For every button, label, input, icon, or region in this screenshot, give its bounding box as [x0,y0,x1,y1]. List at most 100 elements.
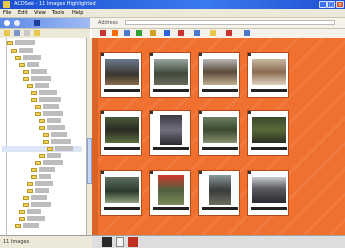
tree-item[interactable] [2,76,82,82]
tree-item[interactable] [2,160,82,166]
tree-item[interactable] [2,209,82,215]
menu-item-tools[interactable]: Tools [52,10,64,16]
tree-item[interactable] [2,55,82,61]
favorites-icon[interactable] [34,30,40,36]
tree-item[interactable] [2,125,82,131]
thumbnail-caption [251,207,287,210]
tree-item[interactable] [2,174,82,180]
close-button[interactable]: × [336,1,344,8]
menu-item-edit[interactable]: Edit [18,10,28,16]
address-field[interactable] [125,20,335,25]
folder-icon[interactable] [4,30,10,36]
photo-thumbnail [203,117,237,143]
tree-item[interactable] [2,40,82,46]
preview-thumbnail[interactable] [102,237,112,247]
preview-thumbnail[interactable] [116,237,124,247]
tree-item[interactable] [2,132,82,138]
tree-item[interactable] [2,195,82,201]
folder-view-icon[interactable] [210,30,216,36]
zoom-icon[interactable] [244,30,250,36]
menu-item-view[interactable]: View [34,10,46,16]
tree-item[interactable] [2,97,82,103]
photo-thumbnail [252,59,286,85]
photo-thumbnail [252,117,286,143]
view-icon[interactable] [100,30,106,36]
thumbnail[interactable] [198,52,240,98]
content-border [92,38,98,235]
tree-item[interactable] [2,153,82,159]
photo-thumbnail [158,175,184,205]
tree-item[interactable] [2,167,82,173]
thumbnail-caption [153,89,189,92]
navigation-toolbar [0,18,90,28]
selection-marker [101,171,104,174]
thumbnail[interactable] [100,110,142,156]
selection-marker [199,111,202,114]
select-icon[interactable] [136,30,142,36]
main-toolbar: Address [0,18,345,29]
selection-marker [248,111,251,114]
tree-item[interactable] [2,104,82,110]
menu-item-help[interactable]: Help [72,10,83,16]
slideshow-icon[interactable] [164,30,170,36]
selection-marker [248,171,251,174]
rotate-icon[interactable] [150,30,156,36]
tree-item[interactable] [2,181,82,187]
selection-marker [150,111,153,114]
back-icon[interactable] [4,20,10,26]
tree-item[interactable] [2,118,82,124]
delete-icon[interactable] [178,30,184,36]
minimize-button[interactable]: _ [319,1,327,8]
tree-item[interactable] [2,111,82,117]
selection-marker [199,53,202,56]
desktop-icon[interactable] [14,30,20,36]
tree-item[interactable] [2,83,82,89]
photo-thumbnail [160,115,182,145]
tree-item[interactable] [2,202,82,208]
photo-thumbnail [154,59,188,85]
thumbnail[interactable] [149,52,191,98]
folder-up-icon[interactable] [34,20,40,26]
tree-item[interactable] [2,216,82,222]
address-label: Address [98,20,118,26]
photo-thumbnail [105,117,139,143]
selection-marker [150,53,153,56]
title-bar: ACDSee - 11 Images Highlighted _ □ × [0,0,345,9]
thumbnail[interactable] [247,110,289,156]
tree-item[interactable] [2,139,82,145]
thumbnail-caption [251,147,287,150]
thumbnail[interactable] [247,52,289,98]
thumbnail[interactable] [149,170,191,216]
menu-item-file[interactable]: File [3,10,11,16]
maximize-button[interactable]: □ [327,1,335,8]
filter-icon[interactable] [112,30,118,36]
edit-icon[interactable] [226,30,232,36]
thumbnail-grid[interactable] [92,38,345,235]
thumbnail-caption [153,207,189,210]
photo-thumbnail [252,177,286,203]
preview-strip [92,235,345,248]
preview-thumbnail[interactable] [128,237,138,247]
thumbnail-caption [251,89,287,92]
tree-item[interactable] [2,223,82,229]
tree-item-selected[interactable] [2,146,82,152]
thumbnail[interactable] [100,170,142,216]
computer-icon[interactable] [24,30,30,36]
thumbnail[interactable] [100,52,142,98]
tree-item[interactable] [2,48,82,54]
sort-icon[interactable] [124,30,130,36]
folder-tree[interactable] [0,38,86,235]
thumbnail-caption [202,89,238,92]
tree-item[interactable] [2,62,82,68]
thumbnail[interactable] [149,110,191,156]
properties-icon[interactable] [194,30,200,36]
thumbnail[interactable] [198,110,240,156]
tree-item[interactable] [2,69,82,75]
thumbnail[interactable] [247,170,289,216]
status-text: 11 Images [3,239,30,245]
forward-icon[interactable] [14,20,20,26]
thumbnail[interactable] [198,170,240,216]
tree-item[interactable] [2,90,82,96]
tree-item[interactable] [2,188,82,194]
selection-marker [101,111,104,114]
